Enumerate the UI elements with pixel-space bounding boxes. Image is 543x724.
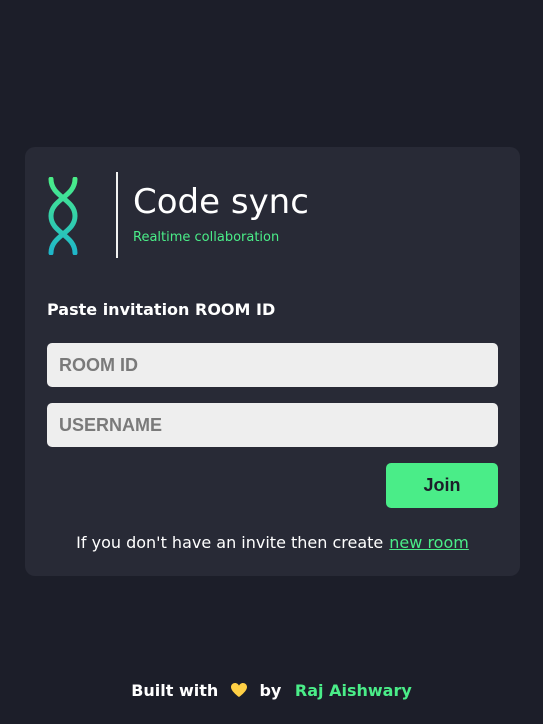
username-input[interactable] <box>47 403 498 447</box>
logo-divider <box>116 172 118 258</box>
join-room-card: Code sync Realtime collaboration Paste i… <box>25 147 520 576</box>
footer-by: by <box>259 681 282 700</box>
join-button[interactable]: Join <box>386 463 498 508</box>
room-id-input[interactable] <box>47 343 498 387</box>
dna-icon <box>48 177 78 255</box>
footer-author: Raj Aishwary <box>294 681 412 700</box>
create-room-text: If you don't have an invite then create <box>76 533 384 552</box>
app-title: Code sync <box>133 182 309 222</box>
form-label: Paste invitation ROOM ID <box>47 300 276 319</box>
create-room-info: If you don't have an invite then create n… <box>25 533 520 552</box>
heart-icon <box>230 683 247 697</box>
app-subtitle: Realtime collaboration <box>133 230 280 245</box>
footer: Built with by Raj Aishwary <box>0 681 543 700</box>
footer-built-with: Built with <box>131 681 219 700</box>
new-room-link[interactable]: new room <box>389 533 469 552</box>
